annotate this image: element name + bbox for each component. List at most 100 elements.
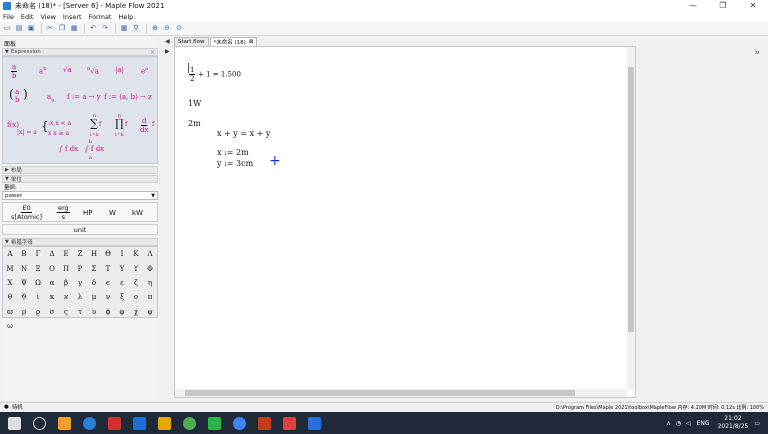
greek-letter[interactable]: ν: [101, 293, 115, 301]
open-file-icon[interactable]: ▤: [14, 24, 24, 33]
menu-format[interactable]: Format: [89, 13, 112, 21]
menu-help[interactable]: Help: [118, 13, 133, 21]
greek-letter[interactable]: Φ: [143, 265, 157, 273]
greek-letter[interactable]: φ: [115, 308, 129, 316]
clock[interactable]: 21:02 2021/8/25: [718, 415, 749, 431]
greek-section-header[interactable]: ▼ 希腊字母: [2, 238, 158, 246]
palette-piecewise-lhs[interactable]: |x| = a: [17, 129, 37, 136]
palette-integral[interactable]: ∫ f dx: [59, 145, 78, 153]
panel-splitter[interactable]: ◀ ▶: [164, 38, 172, 400]
link-icon[interactable]: ⚲: [131, 24, 141, 33]
tab-untitled-18[interactable]: *未命名 (18) ⊠: [209, 37, 258, 46]
expand-right-icon[interactable]: ▶: [165, 48, 170, 55]
input-language[interactable]: ENG: [697, 420, 710, 427]
greek-letter[interactable]: Θ: [101, 250, 115, 258]
scroll-thumb[interactable]: [185, 390, 575, 396]
unit-kw[interactable]: kW: [132, 209, 143, 217]
horizontal-scrollbar[interactable]: [175, 389, 627, 397]
greek-letter[interactable]: Λ: [143, 250, 157, 258]
greek-letter[interactable]: ω: [3, 322, 17, 330]
minimize-button[interactable]: —: [678, 0, 708, 12]
greek-letter[interactable]: ε: [115, 279, 129, 287]
greek-letter[interactable]: ς: [59, 308, 73, 316]
grid-icon[interactable]: ▦: [119, 24, 129, 33]
palette-power[interactable]: ab: [39, 66, 46, 75]
close-button[interactable]: ✕: [738, 0, 768, 12]
greek-letter[interactable]: ϵ: [101, 279, 115, 287]
greek-letter[interactable]: κ: [45, 293, 59, 301]
layout-section-header[interactable]: ▶ 布局: [2, 166, 158, 174]
greek-letter[interactable]: Ψ: [17, 279, 31, 287]
greek-letter[interactable]: θ: [3, 293, 17, 301]
math-line-2m[interactable]: 2m: [188, 119, 201, 128]
math-line-1w[interactable]: 1W: [188, 99, 201, 108]
palette-sum[interactable]: ∑: [90, 117, 98, 130]
save-icon[interactable]: ▣: [26, 24, 36, 33]
greek-letter[interactable]: χ: [129, 308, 143, 316]
wechat-icon[interactable]: [208, 416, 221, 430]
greek-letter[interactable]: μ: [87, 293, 101, 301]
palette-fraction[interactable]: ab: [11, 63, 18, 80]
unit-w[interactable]: W: [109, 209, 116, 217]
greek-letter[interactable]: σ: [45, 308, 59, 316]
menu-view[interactable]: View: [40, 13, 55, 21]
file-explorer-icon[interactable]: [158, 416, 171, 430]
zoom-in-icon[interactable]: ⊕: [150, 24, 160, 33]
greek-letter[interactable]: α: [45, 279, 59, 287]
greek-letter[interactable]: ζ: [129, 279, 143, 287]
cut-icon[interactable]: ✂: [45, 24, 55, 33]
unit-e0-s-atomic[interactable]: E0 s[Atomic]: [11, 204, 42, 221]
greek-letter[interactable]: Π: [59, 265, 73, 273]
greek-letter[interactable]: ϒ: [129, 265, 143, 273]
greek-letter[interactable]: Ω: [31, 279, 45, 287]
tray-chevron-icon[interactable]: ∧: [666, 420, 670, 427]
undo-icon[interactable]: ↶: [88, 24, 98, 33]
vertical-scrollbar[interactable]: [627, 47, 635, 390]
palette-nth-root[interactable]: n√a: [87, 66, 99, 75]
greek-letter[interactable]: β: [59, 279, 73, 287]
greek-letter[interactable]: ϱ: [31, 308, 45, 316]
greek-letter[interactable]: Κ: [129, 250, 143, 258]
redo-icon[interactable]: ↷: [100, 24, 110, 33]
zoom-out-icon[interactable]: ⊖: [162, 24, 172, 33]
greek-letter[interactable]: ϑ: [17, 293, 31, 301]
greek-letter[interactable]: λ: [73, 293, 87, 301]
palette-sqrt[interactable]: √a: [63, 66, 72, 74]
new-file-icon[interactable]: ▭: [2, 24, 12, 33]
tab-start-flow[interactable]: Start.flow: [174, 37, 209, 46]
expand-panel-icon[interactable]: »: [754, 48, 760, 58]
network-icon[interactable]: ◔: [676, 420, 681, 427]
palette-exp[interactable]: ea: [141, 66, 148, 75]
unit-hp[interactable]: HP: [83, 209, 93, 217]
greek-letter[interactable]: π: [143, 293, 157, 301]
math-assign-y[interactable]: y := 3cm: [217, 159, 253, 168]
math-eq-symbolic[interactable]: x + y = x + y: [217, 129, 270, 138]
palette-subscript[interactable]: an: [47, 93, 54, 103]
app-red-icon[interactable]: [108, 416, 121, 430]
greek-letter[interactable]: Ν: [17, 265, 31, 273]
math-eq-fraction[interactable]: 12 + 1 = 1.500: [189, 66, 241, 83]
copy-icon[interactable]: ❐: [57, 24, 67, 33]
close-icon[interactable]: ×: [150, 49, 155, 56]
greek-letter[interactable]: Β: [17, 250, 31, 258]
maple-flow-taskbar-icon[interactable]: [233, 416, 246, 430]
greek-letter[interactable]: υ: [87, 308, 101, 316]
close-tab-icon[interactable]: ⊠: [249, 39, 254, 45]
greek-letter[interactable]: ξ: [115, 293, 129, 301]
greek-letter[interactable]: ϰ: [59, 293, 73, 301]
palette-piecewise-case1[interactable]: -x x < a: [48, 120, 71, 127]
chrome-icon[interactable]: [183, 416, 196, 430]
palette-derivative[interactable]: d dx: [140, 117, 148, 134]
greek-letter[interactable]: Η: [87, 250, 101, 258]
greek-letter[interactable]: Μ: [3, 265, 17, 273]
scroll-thumb[interactable]: [628, 67, 634, 332]
palette-function-2[interactable]: f := (a, b) → z: [104, 93, 152, 101]
menu-insert[interactable]: Insert: [63, 13, 82, 21]
menu-file[interactable]: File: [3, 13, 14, 21]
maximize-button[interactable]: ❐: [708, 0, 738, 12]
palette-definite-integral[interactable]: ∫ f dx: [85, 145, 104, 153]
app-blue-icon[interactable]: [308, 416, 321, 430]
edge-dev-icon[interactable]: [58, 416, 71, 430]
collapse-left-icon[interactable]: ◀: [165, 38, 170, 45]
windows-start-icon[interactable]: [8, 416, 21, 430]
